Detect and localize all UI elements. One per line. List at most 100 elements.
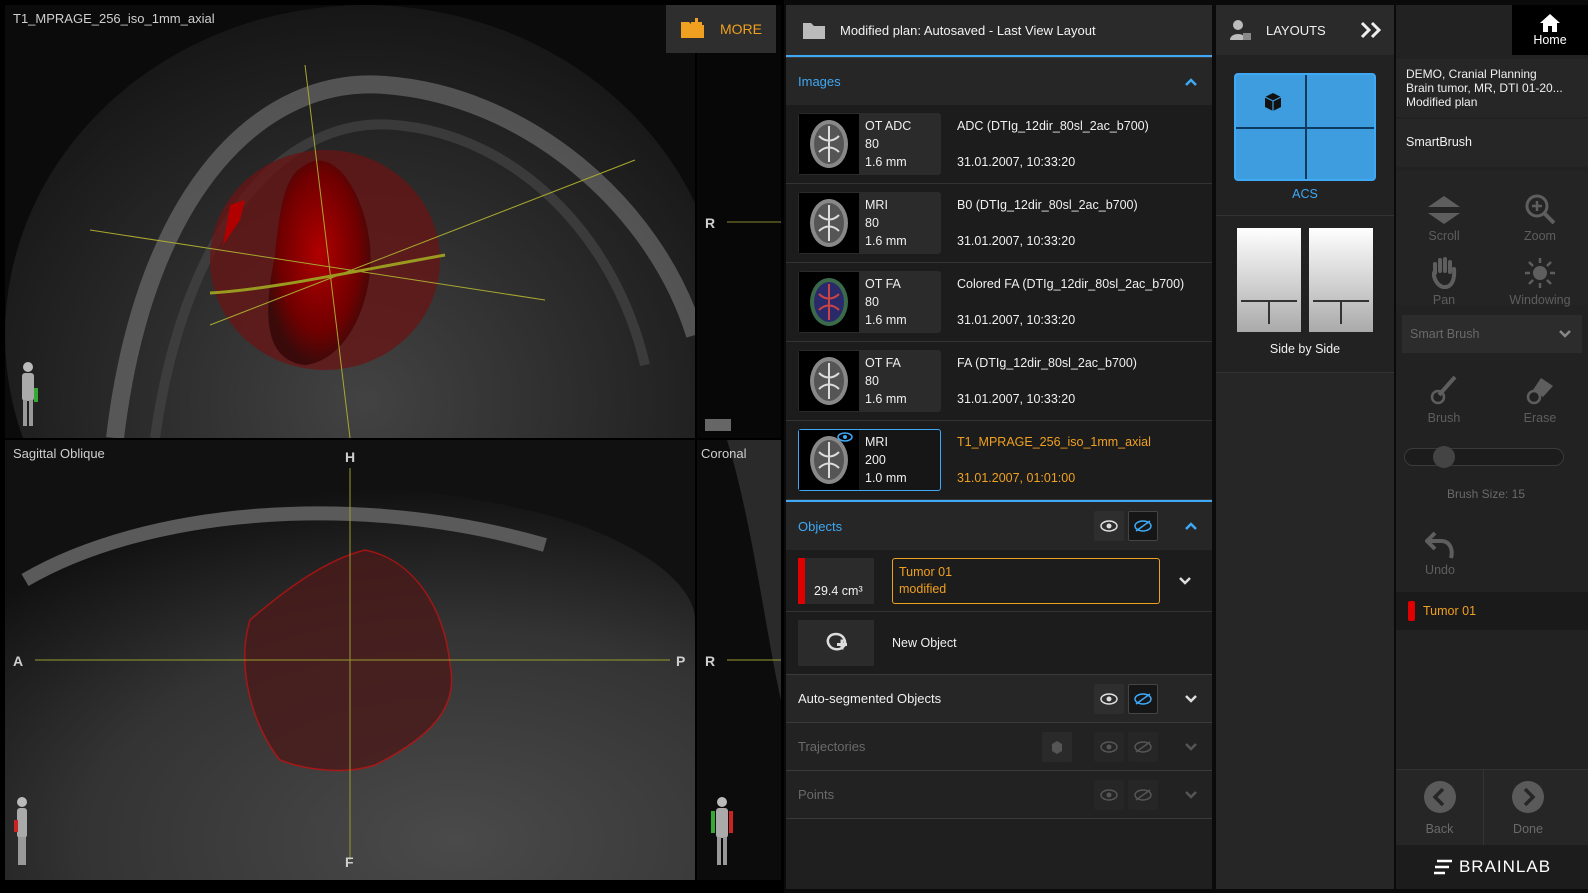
zoom-label: Zoom: [1524, 229, 1556, 243]
undo-tool[interactable]: Undo: [1396, 525, 1484, 577]
sagittal-slice-render: [5, 440, 695, 880]
image-slices: 80: [865, 374, 879, 388]
chevron-down-icon[interactable]: [1184, 692, 1198, 706]
tumor-volume-box: 29.4 cm³: [798, 557, 874, 604]
tumor-object-row[interactable]: 29.4 cm³ Tumor 01 modified: [786, 550, 1212, 612]
image-row[interactable]: OT ADC 80 1.6 mm ADC (DTIg_12dir_80sl_2a…: [786, 105, 1212, 184]
image-slices: 200: [865, 453, 886, 467]
orientation-f: F: [345, 854, 354, 870]
active-object-item[interactable]: Tumor 01: [1396, 592, 1588, 630]
brush-size-slider-handle[interactable]: [1433, 446, 1455, 468]
nav-tools: Scroll Zoom Pan Windowing: [1396, 171, 1588, 307]
objects-section-header[interactable]: Objects: [786, 502, 1212, 550]
new-object-label: New Object: [892, 636, 957, 650]
more-label: MORE: [720, 21, 762, 37]
viewport-coronal[interactable]: Coronal R: [697, 440, 781, 880]
show-auto-segmented-button[interactable]: [1094, 683, 1124, 714]
brush-mode-dropdown[interactable]: Smart Brush: [1402, 315, 1582, 353]
chevron-down-icon: [1185, 742, 1197, 751]
plan-title: Modified plan: Autosaved - Last View Lay…: [840, 22, 1096, 38]
image-series-box[interactable]: MRI 200 1.0 mm: [798, 429, 941, 491]
more-button[interactable]: MORE: [666, 5, 776, 53]
zoom-icon: [1525, 194, 1556, 225]
scroll-label: Scroll: [1428, 229, 1460, 243]
pan-label: Pan: [1432, 293, 1456, 307]
patient-orientation-figure-icon: [22, 362, 38, 426]
patient-info: DEMO, Cranial Planning Brain tumor, MR, …: [1396, 59, 1588, 117]
image-slices: 80: [865, 216, 879, 230]
scroll-tool: Scroll: [1400, 179, 1488, 243]
layout-side-by-side[interactable]: Side by Side: [1216, 215, 1394, 373]
chevron-down-icon[interactable]: [1178, 574, 1192, 588]
show-all-objects-button[interactable]: [1094, 511, 1124, 541]
home-label: Home: [1533, 33, 1567, 47]
coronal-strip-top[interactable]: R: [697, 5, 781, 438]
viewport-3d[interactable]: T1_MPRAGE_256_iso_1mm_axial: [5, 5, 695, 438]
image-row[interactable]: MRI 80 1.6 mm B0 (DTIg_12dir_80sl_2ac_b7…: [786, 184, 1212, 263]
image-series-box[interactable]: OT FA 80 1.6 mm: [798, 271, 941, 333]
home-button[interactable]: Home: [1512, 5, 1588, 55]
image-series-box[interactable]: MRI 80 1.6 mm: [798, 192, 941, 254]
image-modality: OT FA: [865, 277, 901, 291]
undo-icon: [1425, 531, 1454, 559]
image-series-box[interactable]: OT ADC 80 1.6 mm: [798, 113, 941, 175]
done-button[interactable]: Done: [1484, 770, 1572, 845]
hide-all-objects-button[interactable]: [1128, 511, 1158, 541]
brush-label: Brush: [1427, 411, 1461, 425]
tumor-color-swatch: [798, 557, 805, 604]
active-object-name: Tumor 01: [1423, 604, 1477, 618]
new-object-row[interactable]: New Object: [786, 612, 1212, 674]
viewport-sagittal[interactable]: Sagittal Oblique H F A P: [5, 440, 695, 880]
image-row[interactable]: OT FA 80 1.6 mm Colored FA (DTIg_12dir_8…: [786, 263, 1212, 342]
plan-header[interactable]: Modified plan: Autosaved - Last View Lay…: [786, 5, 1212, 55]
image-thickness: 1.6 mm: [865, 313, 907, 327]
chevron-down-icon: [1185, 790, 1197, 799]
image-row[interactable]: MRI 200 1.0 mm T1_MPRAGE_256_iso_1mm_axi…: [786, 421, 1212, 500]
auto-segmented-header[interactable]: Auto-segmented Objects: [786, 674, 1212, 722]
new-object-button[interactable]: [798, 620, 874, 666]
patient-line-2: Brain tumor, MR, DTI 01-20...: [1406, 81, 1563, 95]
hide-trajectories-button: [1128, 731, 1158, 762]
brainlab-logo-icon: [1433, 859, 1452, 875]
image-modality: MRI: [865, 198, 888, 212]
brush-icon: [1430, 375, 1457, 405]
viewport-sagittal-label: Sagittal Oblique: [13, 446, 105, 461]
eye-hidden-icon: [1134, 692, 1152, 705]
brush-size-slider[interactable]: [1404, 446, 1564, 468]
image-date: 31.01.2007, 10:33:20: [957, 313, 1076, 327]
images-section-header[interactable]: Images: [786, 57, 1212, 105]
image-series-box[interactable]: OT FA 80 1.6 mm: [798, 350, 941, 412]
back-label: Back: [1425, 821, 1454, 836]
erase-tool[interactable]: Erase: [1496, 361, 1584, 425]
chevron-up-icon[interactable]: [1184, 519, 1198, 533]
hide-points-button: [1128, 779, 1158, 810]
arrow-right-circle-icon: [1512, 780, 1544, 813]
arrow-left-circle-icon: [1423, 780, 1456, 813]
auto-segmented-label: Auto-segmented Objects: [798, 691, 942, 706]
image-meta: MRI 200 1.0 mm: [859, 433, 907, 487]
orientation-r: R: [705, 653, 716, 669]
hide-auto-segmented-button[interactable]: [1128, 683, 1158, 714]
images-section-label: Images: [798, 74, 841, 89]
brain-scan-thumbnail-icon: [810, 199, 848, 247]
chevron-down-icon: [1559, 330, 1571, 338]
back-button[interactable]: Back: [1396, 770, 1484, 845]
double-chevron-right-icon[interactable]: [1360, 21, 1384, 39]
tumor-name-box[interactable]: Tumor 01 modified: [892, 557, 1160, 604]
brush-tool[interactable]: Brush: [1400, 361, 1488, 425]
user-layout-icon: [1230, 20, 1251, 40]
3d-view-mini-icon: [705, 419, 731, 431]
image-row[interactable]: OT FA 80 1.6 mm FA (DTIg_12dir_80sl_2ac_…: [786, 342, 1212, 421]
active-tool-title: SmartBrush: [1396, 119, 1588, 167]
image-description: FA (DTIg_12dir_80sl_2ac_b700) 31.01.2007…: [941, 350, 1200, 412]
image-slices: 80: [865, 295, 879, 309]
tools-panel: Home DEMO, Cranial Planning Brain tumor,…: [1396, 5, 1588, 889]
image-description: Colored FA (DTIg_12dir_80sl_2ac_b700) 31…: [941, 271, 1200, 333]
brightness-icon: [1525, 258, 1555, 288]
image-thumbnail: [799, 114, 859, 174]
layout-acs[interactable]: ACS: [1216, 55, 1394, 215]
image-name: Colored FA (DTIg_12dir_80sl_2ac_b700): [957, 277, 1185, 291]
layouts-header: LAYOUTS: [1216, 5, 1394, 55]
chevron-up-icon[interactable]: [1184, 75, 1198, 89]
image-date: 31.01.2007, 10:33:20: [957, 392, 1076, 406]
